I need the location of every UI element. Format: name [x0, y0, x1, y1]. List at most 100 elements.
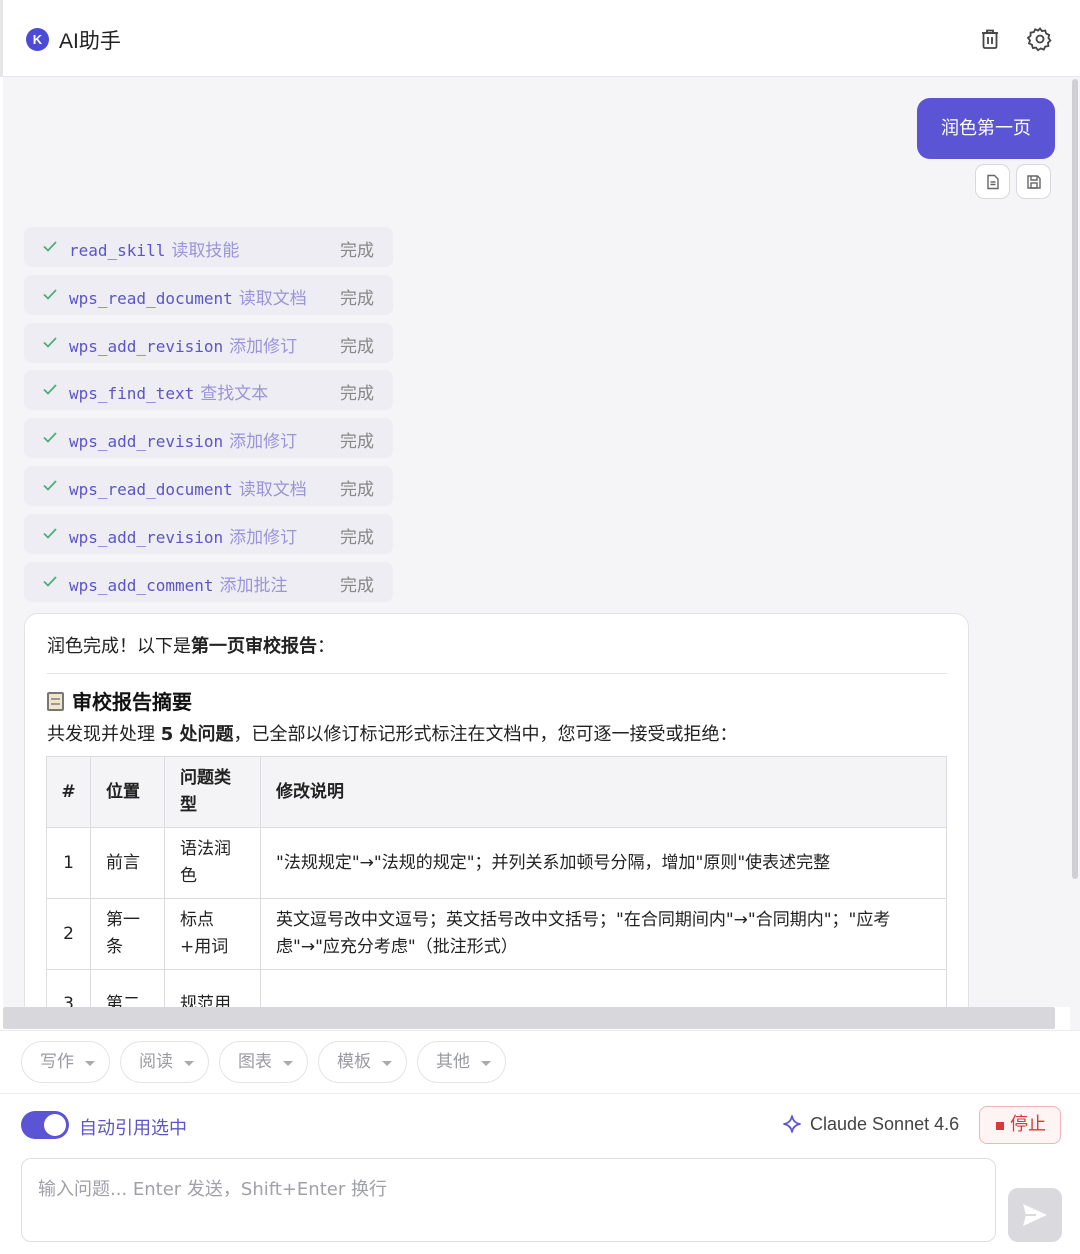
tool-status: 完成 [340, 576, 374, 596]
tool-status: 完成 [340, 432, 374, 452]
chat-area[interactable]: 润色第一页 read_skill 读取技能 完成 wps_read_document 读… [3, 77, 1070, 1007]
chip-label: 阅读 [139, 1052, 173, 1072]
tool-status: 完成 [340, 289, 374, 309]
assistant-report: 润色完成！以下是第一页审校报告： 审校报告摘要 共发现并处理 5 处问题，已全部… [24, 613, 969, 1007]
divider [47, 673, 947, 674]
toggle-knob [44, 1114, 66, 1136]
tool-name: read_skill 读取技能 [69, 241, 240, 261]
model-selector[interactable]: Claude Sonnet 4.6 [810, 1114, 959, 1135]
scrollbar-thumb[interactable] [1072, 79, 1078, 879]
tool-status: 完成 [340, 384, 374, 404]
table-cell: 第二 [90, 969, 165, 1007]
horizontal-scrollbar[interactable] [3, 1007, 1070, 1030]
send-icon [1023, 1204, 1047, 1226]
summary-text: 共发现并处理 5 处问题，已全部以修订标记形式标注在文档中，您可逐一接受或拒绝： [47, 724, 738, 745]
table-cell: "法规规定"→"法规的规定"；并列关系加顿号分隔，增加"原则"使表述完整 [260, 827, 947, 899]
table-header-cell: 位置 [90, 756, 165, 828]
send-button[interactable] [1008, 1188, 1062, 1242]
stop-icon [996, 1122, 1004, 1130]
table-header-cell: 问题类型 [164, 756, 261, 828]
table-header-row: # 位置 问题类型 修改说明 [46, 756, 947, 828]
review-table: # 位置 问题类型 修改说明 1 前言 语法润色 "法规规定"→"法规的规定"；… [46, 756, 947, 1007]
chat-input[interactable]: 输入问题... Enter 发送，Shift+Enter 换行 [21, 1158, 996, 1242]
table-cell: 1 [46, 827, 91, 899]
tool-call-item[interactable]: wps_add_revision 添加修订 完成 [24, 323, 393, 363]
tool-desc: 读取文档 [238, 480, 307, 500]
tool-name: wps_add_comment 添加批注 [69, 576, 288, 596]
tool-status: 完成 [340, 337, 374, 357]
tool-desc: 读取文档 [238, 289, 307, 309]
table-cell: 标点+用词 [164, 898, 261, 970]
check-icon [43, 289, 57, 300]
document-icon [987, 174, 999, 190]
caret-down-icon [85, 1061, 95, 1066]
chip-other[interactable]: 其他 [417, 1041, 506, 1083]
tool-call-item[interactable]: wps_read_document 读取文档 完成 [24, 466, 393, 506]
tool-status: 完成 [340, 480, 374, 500]
table-cell: 英文逗号改中文逗号；英文括号改中文括号；"在合同期间内"→"合同期内"；"应考虑… [260, 898, 947, 970]
check-icon [43, 241, 57, 252]
check-icon [43, 384, 57, 395]
app-logo-icon [26, 28, 49, 51]
tool-call-item[interactable]: wps_add_revision 添加修订 完成 [24, 514, 393, 554]
tool-desc: 添加批注 [219, 576, 288, 596]
check-icon [43, 432, 57, 443]
auto-quote-toggle[interactable] [21, 1111, 69, 1139]
tool-name: wps_add_revision 添加修订 [69, 337, 298, 357]
table-cell: 前言 [90, 827, 165, 899]
caret-down-icon [481, 1061, 491, 1066]
stop-button[interactable]: 停止 [979, 1106, 1061, 1144]
tool-name: wps_add_revision 添加修订 [69, 432, 298, 452]
user-message: 润色第一页 [917, 98, 1055, 159]
table-header-cell: # [46, 756, 91, 828]
stop-label: 停止 [1010, 1114, 1046, 1135]
caret-down-icon [382, 1061, 392, 1066]
chip-label: 其他 [436, 1052, 470, 1072]
check-icon [43, 528, 57, 539]
tool-status: 完成 [340, 528, 374, 548]
tool-call-item[interactable]: wps_find_text 查找文本 完成 [24, 370, 393, 410]
save-button[interactable] [1016, 164, 1051, 199]
table-header-cell: 修改说明 [260, 756, 947, 828]
table-cell: 3 [46, 969, 91, 1007]
chip-label: 图表 [238, 1052, 272, 1072]
tool-status: 完成 [340, 241, 374, 261]
clipboard-icon [47, 692, 64, 711]
quick-toolbar: 写作 阅读 图表 模板 其他 [0, 1030, 1080, 1094]
trash-icon[interactable] [977, 26, 1003, 52]
save-icon [1027, 175, 1041, 189]
table-cell: 第一条 [90, 898, 165, 970]
app-header: AI助手 [0, 0, 1080, 77]
scrollbar-thumb[interactable] [3, 1007, 1055, 1029]
copy-doc-button[interactable] [975, 164, 1010, 199]
chip-label: 模板 [337, 1052, 371, 1072]
app-title: AI助手 [59, 30, 121, 53]
auto-quote-label[interactable]: 自动引用选中 [79, 1114, 187, 1140]
vertical-scrollbar[interactable] [1070, 77, 1080, 1030]
chip-chart[interactable]: 图表 [219, 1041, 308, 1083]
sparkle-icon[interactable] [781, 1114, 803, 1136]
tool-call-item[interactable]: wps_add_comment 添加批注 完成 [24, 562, 393, 602]
chip-write[interactable]: 写作 [21, 1041, 110, 1083]
chip-label: 写作 [40, 1052, 74, 1072]
tool-call-item[interactable]: wps_add_revision 添加修订 完成 [24, 418, 393, 458]
check-icon [43, 576, 57, 587]
table-cell: 语法润色 [164, 827, 261, 899]
tool-call-item[interactable]: read_skill 读取技能 完成 [24, 227, 393, 267]
table-cell [260, 969, 947, 1007]
tool-desc: 查找文本 [200, 384, 269, 404]
tool-call-item[interactable]: wps_read_document 读取文档 完成 [24, 275, 393, 315]
tool-desc: 读取技能 [171, 241, 240, 261]
chip-read[interactable]: 阅读 [120, 1041, 209, 1083]
caret-down-icon [283, 1061, 293, 1066]
table-row: 3 第二 规范用 [46, 969, 947, 1007]
check-icon [43, 337, 57, 348]
gear-icon[interactable] [1027, 26, 1053, 52]
tool-desc: 添加修订 [229, 337, 298, 357]
summary-title: 审校报告摘要 [47, 686, 192, 715]
table-row: 1 前言 语法润色 "法规规定"→"法规的规定"；并列关系加顿号分隔，增加"原则… [46, 827, 947, 899]
chip-template[interactable]: 模板 [318, 1041, 407, 1083]
table-cell: 规范用 [164, 969, 261, 1007]
tool-name: wps_read_document 读取文档 [69, 289, 307, 309]
check-icon [43, 480, 57, 491]
